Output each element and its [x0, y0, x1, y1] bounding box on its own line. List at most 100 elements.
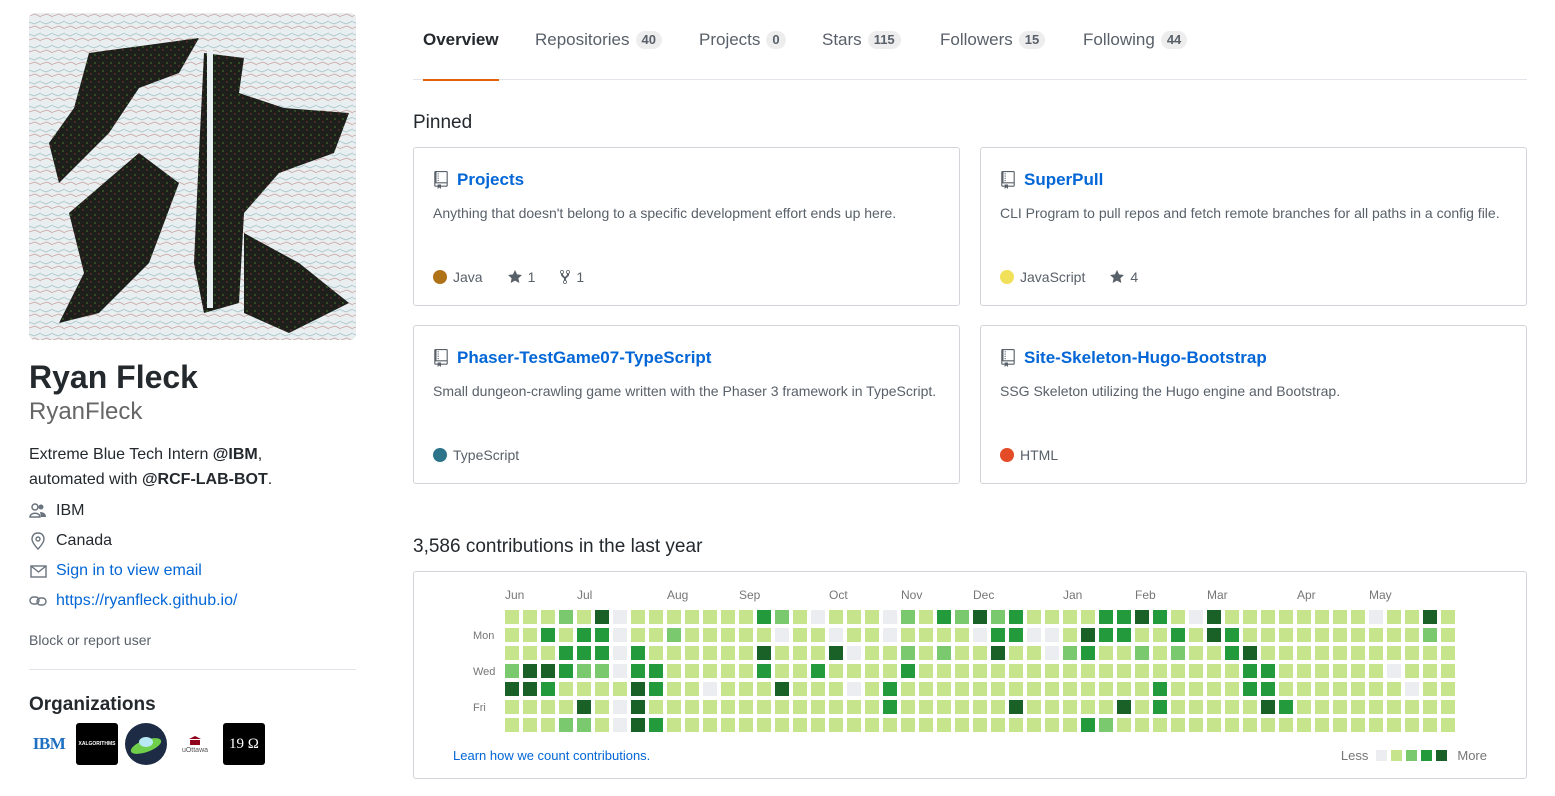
contribution-day[interactable]: [1045, 682, 1059, 696]
contribution-day[interactable]: [973, 628, 987, 642]
contribution-day[interactable]: [937, 628, 951, 642]
contribution-day[interactable]: [1333, 718, 1347, 732]
contribution-day[interactable]: [613, 628, 627, 642]
contribution-day[interactable]: [1243, 718, 1257, 732]
contribution-day[interactable]: [1225, 664, 1239, 678]
contribution-day[interactable]: [1027, 664, 1041, 678]
contribution-day[interactable]: [505, 646, 519, 660]
contribution-day[interactable]: [505, 718, 519, 732]
contribution-day[interactable]: [1261, 718, 1275, 732]
contribution-day[interactable]: [1261, 664, 1275, 678]
contribution-day[interactable]: [1099, 682, 1113, 696]
contribution-day[interactable]: [973, 664, 987, 678]
contribution-day[interactable]: [1153, 718, 1167, 732]
contribution-day[interactable]: [577, 682, 591, 696]
contribution-day[interactable]: [919, 700, 933, 714]
contribution-day[interactable]: [595, 646, 609, 660]
contribution-day[interactable]: [991, 664, 1005, 678]
tab-repositories[interactable]: Repositories 40: [535, 0, 662, 80]
contribution-day[interactable]: [523, 682, 537, 696]
contribution-day[interactable]: [541, 664, 555, 678]
contribution-day[interactable]: [1207, 610, 1221, 624]
contribution-day[interactable]: [901, 646, 915, 660]
contribution-day[interactable]: [613, 664, 627, 678]
contribution-day[interactable]: [1135, 700, 1149, 714]
contribution-day[interactable]: [1117, 646, 1131, 660]
contribution-day[interactable]: [1243, 700, 1257, 714]
contribution-day[interactable]: [541, 628, 555, 642]
contribution-day[interactable]: [739, 664, 753, 678]
contribution-day[interactable]: [595, 664, 609, 678]
contribution-day[interactable]: [541, 700, 555, 714]
contribution-day[interactable]: [1279, 610, 1293, 624]
contribution-day[interactable]: [631, 718, 645, 732]
contribution-day[interactable]: [685, 646, 699, 660]
contribution-day[interactable]: [667, 610, 681, 624]
contribution-day[interactable]: [1171, 718, 1185, 732]
contribution-day[interactable]: [1081, 700, 1095, 714]
block-report-link[interactable]: Block or report user: [29, 632, 356, 648]
contribution-day[interactable]: [1225, 700, 1239, 714]
contribution-day[interactable]: [1405, 646, 1419, 660]
contribution-day[interactable]: [523, 700, 537, 714]
contribution-day[interactable]: [721, 610, 735, 624]
contribution-day[interactable]: [1297, 646, 1311, 660]
contribution-day[interactable]: [829, 700, 843, 714]
contribution-day[interactable]: [955, 682, 969, 696]
contribution-day[interactable]: [667, 664, 681, 678]
contribution-day[interactable]: [703, 628, 717, 642]
ibm-org-logo[interactable]: IBM: [29, 723, 69, 765]
contribution-day[interactable]: [1207, 646, 1221, 660]
contribution-day[interactable]: [1297, 682, 1311, 696]
contribution-day[interactable]: [1189, 700, 1203, 714]
contribution-day[interactable]: [1045, 664, 1059, 678]
contribution-day[interactable]: [667, 646, 681, 660]
contribution-day[interactable]: [1405, 682, 1419, 696]
contribution-day[interactable]: [883, 718, 897, 732]
contribution-day[interactable]: [1027, 700, 1041, 714]
contribution-day[interactable]: [577, 700, 591, 714]
contribution-day[interactable]: [1153, 610, 1167, 624]
contribution-day[interactable]: [793, 610, 807, 624]
contribution-day[interactable]: [1099, 664, 1113, 678]
contribution-day[interactable]: [1279, 718, 1293, 732]
contribution-day[interactable]: [847, 646, 861, 660]
contribution-day[interactable]: [757, 718, 771, 732]
contribution-day[interactable]: [1171, 664, 1185, 678]
contribution-day[interactable]: [1225, 628, 1239, 642]
contribution-day[interactable]: [1405, 610, 1419, 624]
contribution-day[interactable]: [1261, 682, 1275, 696]
contribution-day[interactable]: [505, 700, 519, 714]
learn-contributions-link[interactable]: Learn how we count contributions.: [453, 748, 650, 763]
contribution-day[interactable]: [1081, 628, 1095, 642]
contribution-day[interactable]: [523, 628, 537, 642]
contribution-day[interactable]: [1441, 646, 1455, 660]
contribution-day[interactable]: [973, 718, 987, 732]
contribution-day[interactable]: [757, 682, 771, 696]
contribution-day[interactable]: [1279, 664, 1293, 678]
contribution-day[interactable]: [775, 664, 789, 678]
contribution-day[interactable]: [1171, 682, 1185, 696]
contribution-day[interactable]: [505, 682, 519, 696]
contribution-day[interactable]: [1153, 628, 1167, 642]
contribution-day[interactable]: [703, 718, 717, 732]
contribution-day[interactable]: [577, 610, 591, 624]
contribution-day[interactable]: [829, 610, 843, 624]
contribution-day[interactable]: [703, 664, 717, 678]
contribution-day[interactable]: [631, 646, 645, 660]
contribution-day[interactable]: [505, 610, 519, 624]
contribution-day[interactable]: [1243, 646, 1257, 660]
contribution-day[interactable]: [991, 646, 1005, 660]
contribution-day[interactable]: [991, 628, 1005, 642]
contribution-day[interactable]: [901, 718, 915, 732]
contribution-day[interactable]: [1423, 718, 1437, 732]
contribution-day[interactable]: [919, 610, 933, 624]
contribution-day[interactable]: [919, 646, 933, 660]
contribution-day[interactable]: [1225, 646, 1239, 660]
contribution-day[interactable]: [649, 628, 663, 642]
contribution-day[interactable]: [1009, 700, 1023, 714]
contribution-day[interactable]: [1297, 610, 1311, 624]
contribution-day[interactable]: [649, 682, 663, 696]
contribution-day[interactable]: [739, 646, 753, 660]
contribution-day[interactable]: [757, 610, 771, 624]
